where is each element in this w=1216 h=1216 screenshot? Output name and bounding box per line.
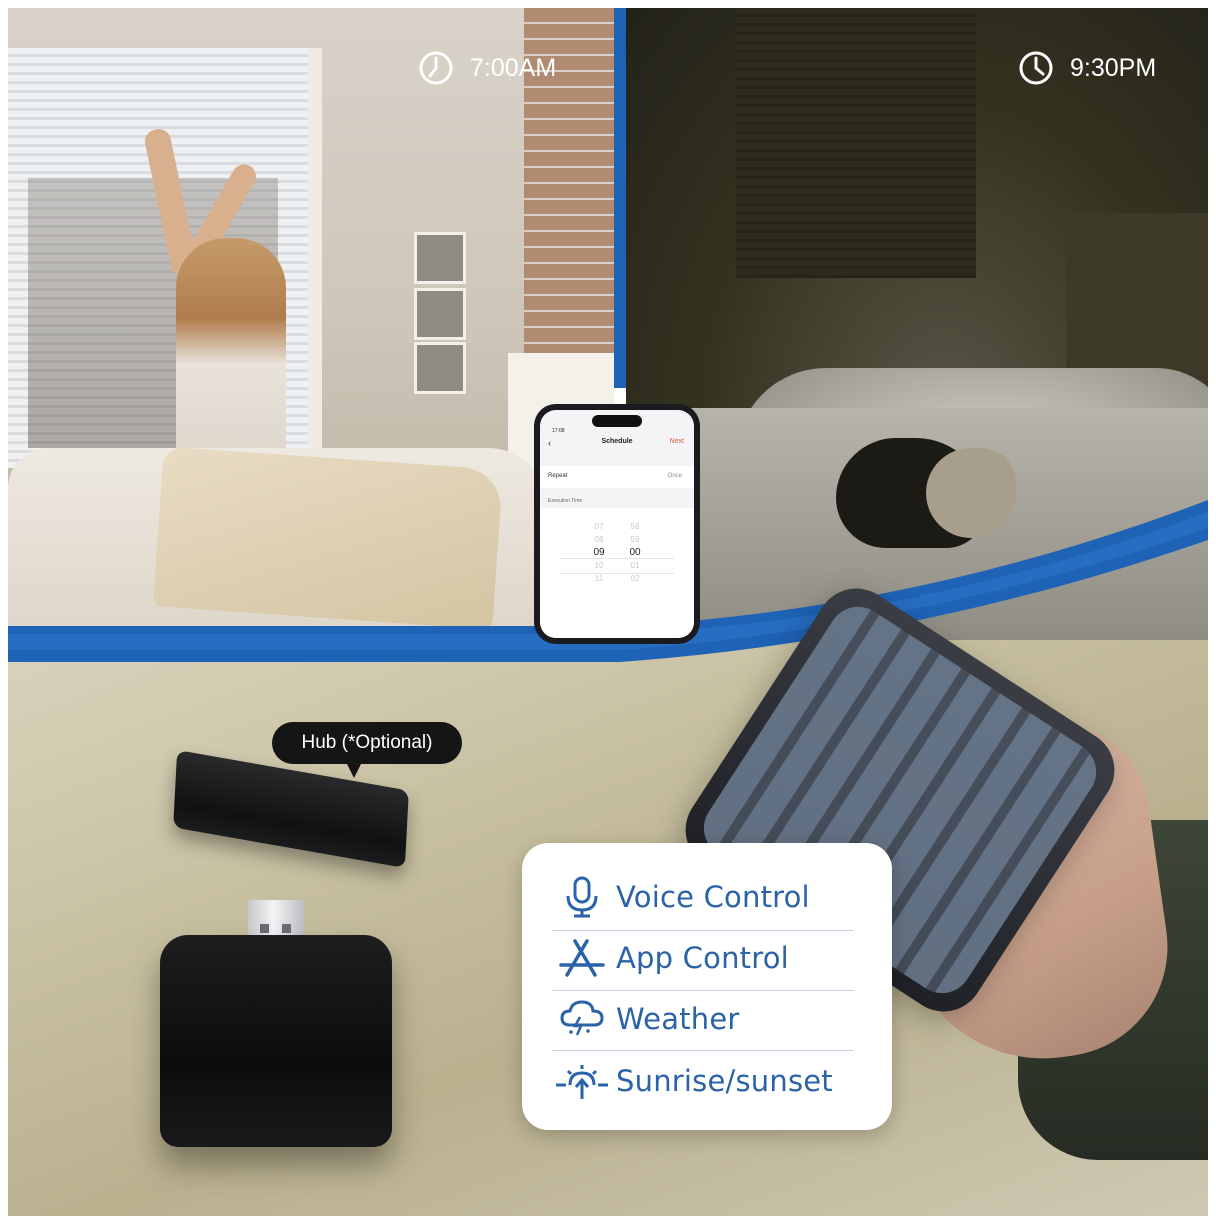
time-picker[interactable]: 07 08 09 10 11 58 59 00 01 02 — [540, 508, 694, 638]
feature-app-control: App Control — [552, 928, 854, 988]
picker-option[interactable]: 58 — [620, 520, 650, 533]
feature-label: App Control — [616, 941, 789, 975]
picker-selected-hour[interactable]: 09 — [584, 546, 614, 559]
morning-bedroom-photo — [8, 8, 614, 648]
microphone-icon — [566, 876, 598, 918]
morning-time-label: 7:00AM — [418, 50, 556, 86]
feature-card: Voice Control App Control Weather Sunris… — [522, 843, 892, 1130]
feature-label: Weather — [616, 1002, 740, 1036]
picker-selected-minute[interactable]: 00 — [620, 546, 650, 559]
wall-picture — [414, 342, 466, 394]
woman-stretching — [176, 238, 286, 468]
picker-selection-band — [560, 558, 674, 574]
picker-option[interactable]: 08 — [584, 533, 614, 546]
phone-screen: 17:08 ‹ Schedule Next Repeat Once Execut… — [540, 410, 694, 638]
wall-picture — [414, 288, 466, 340]
repeat-label: Repeat — [548, 473, 568, 479]
hub-label-bubble: Hub (*Optional) — [272, 722, 462, 764]
sleeping-woman-face — [926, 448, 1016, 538]
minute-column[interactable]: 58 59 00 01 02 — [620, 520, 650, 585]
smartphone: 17:08 ‹ Schedule Next Repeat Once Execut… — [534, 404, 700, 644]
execution-time-label: Execution Time — [548, 498, 583, 504]
weather-cloud-icon — [560, 1000, 604, 1036]
picker-option[interactable]: 07 — [584, 520, 614, 533]
clock-icon — [419, 51, 453, 85]
picker-option[interactable]: 10 — [584, 559, 614, 572]
night-bedroom-photo — [626, 8, 1208, 648]
picker-option[interactable]: 59 — [620, 533, 650, 546]
app-store-icon — [559, 939, 605, 977]
wall-picture — [414, 232, 466, 284]
picker-option[interactable]: 11 — [584, 572, 614, 585]
window-blinds — [736, 8, 976, 278]
night-time: 9:30PM — [1070, 53, 1157, 82]
feature-label: Voice Control — [616, 880, 810, 914]
night-time-label: 9:30PM — [1018, 50, 1156, 86]
usb-contact — [260, 924, 269, 933]
feature-sunrise-sunset: Sunrise/sunset — [552, 1051, 854, 1111]
clock-icon — [1019, 51, 1053, 85]
picker-option[interactable]: 02 — [620, 572, 650, 585]
status-time: 17:08 — [552, 428, 565, 434]
app-header: ‹ Schedule Next — [540, 438, 694, 452]
feature-weather: Weather — [552, 989, 854, 1049]
usb-contact — [282, 924, 291, 933]
blanket — [152, 446, 504, 630]
bubble-tail — [345, 760, 363, 778]
feature-label: Sunrise/sunset — [616, 1064, 833, 1098]
next-button[interactable]: Next — [670, 438, 684, 445]
promo-image: 7:00AM 9:30PM 17:08 ‹ Schedule Next Repe… — [0, 0, 1216, 1216]
hour-column[interactable]: 07 08 09 10 11 — [584, 520, 614, 585]
sunrise-icon — [556, 1065, 608, 1099]
feature-voice-control: Voice Control — [552, 867, 854, 927]
repeat-value: Once — [667, 473, 682, 479]
phone-notch — [592, 415, 642, 427]
repeat-row[interactable]: Repeat Once — [540, 466, 694, 488]
morning-time: 7:00AM — [470, 53, 557, 82]
picker-option[interactable]: 01 — [620, 559, 650, 572]
hub-body — [160, 935, 392, 1147]
